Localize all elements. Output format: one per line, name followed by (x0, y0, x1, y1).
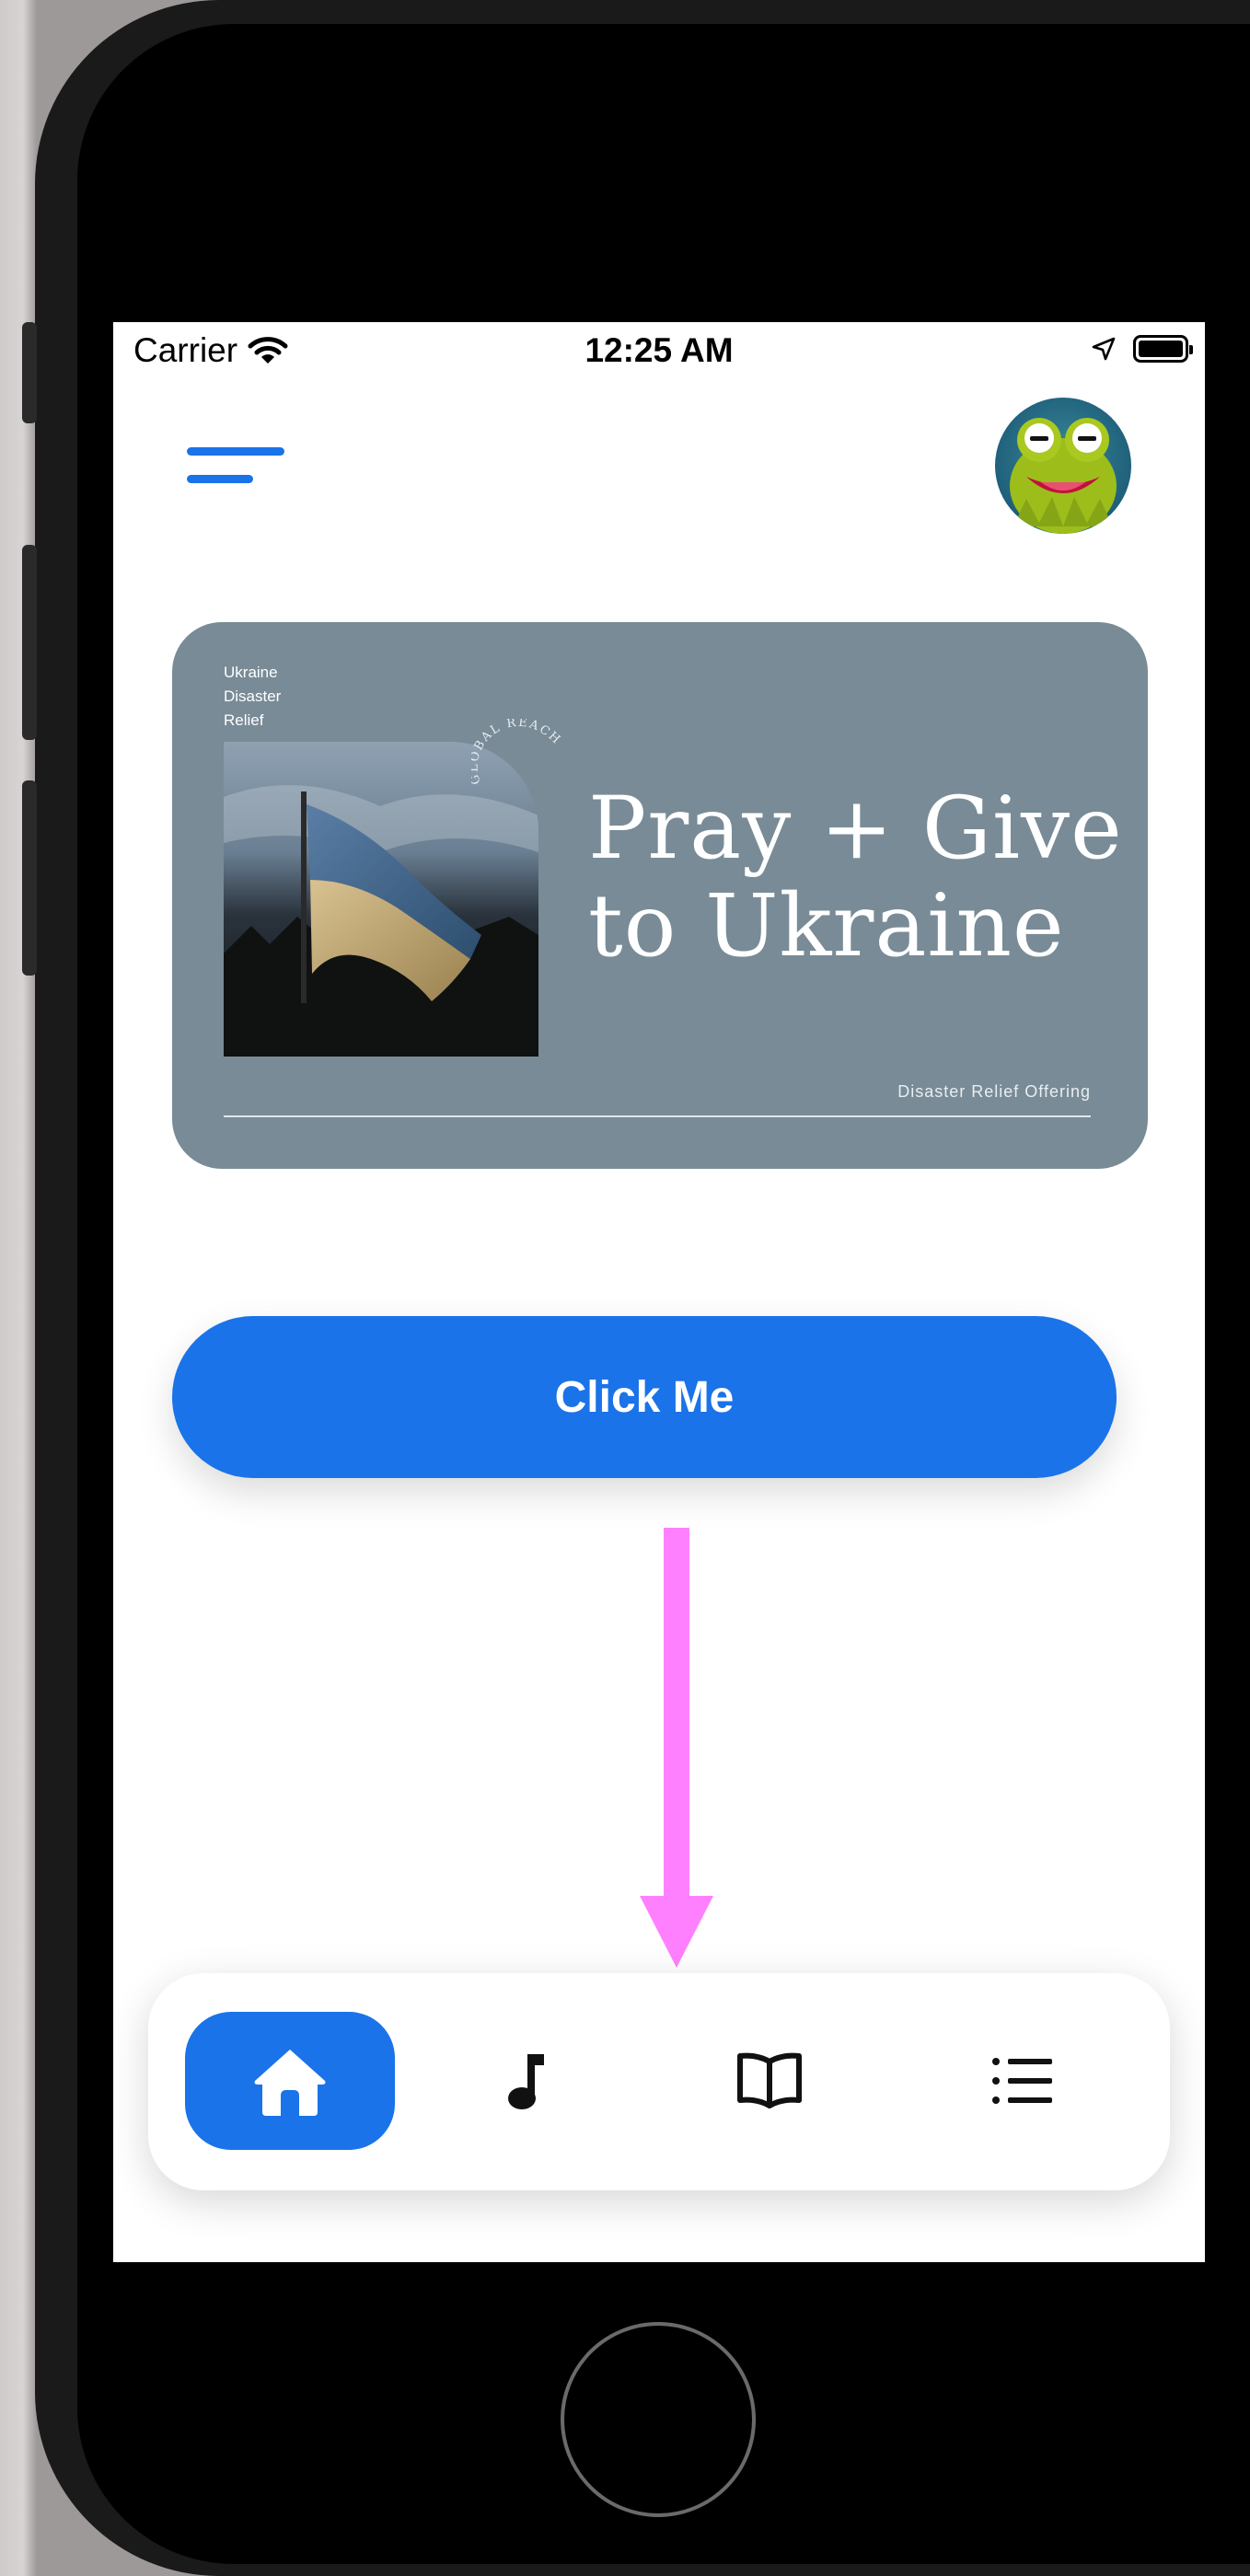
banner-footer-text: Disaster Relief Offering (897, 1082, 1091, 1101)
hamburger-menu-button[interactable] (187, 442, 288, 497)
tab-home[interactable] (185, 2012, 395, 2150)
click-me-button[interactable]: Click Me (172, 1316, 1117, 1478)
annotation-arrow-head (640, 1896, 713, 1968)
status-time: 12:25 AM (584, 331, 734, 369)
profile-avatar[interactable] (995, 398, 1131, 534)
menu-line-top (187, 447, 284, 456)
music-note-icon (508, 2054, 544, 2109)
banner-small-line-3: Relief (224, 711, 264, 729)
banner-divider (224, 1115, 1091, 1117)
banner-small-line-2: Disaster (224, 687, 282, 705)
annotation-arrow-shaft (664, 1528, 689, 1909)
banner-small-line-1: Ukraine (224, 664, 278, 681)
menu-line-bottom (187, 475, 253, 483)
tab-list[interactable] (967, 2012, 1078, 2150)
arc-text: GLOBAL REACH (471, 719, 561, 786)
volume-down-button (22, 780, 37, 976)
headline-line-1: Pray + Give (588, 779, 1123, 879)
status-bar: Carrier 12:25 AM (113, 322, 1205, 385)
status-right (1091, 335, 1193, 363)
global-reach-arc-text: GLOBAL REACH (471, 719, 563, 786)
book-icon (737, 2052, 802, 2108)
device-home-button[interactable] (561, 2322, 756, 2517)
banner-small-text: Ukraine Disaster Relief (224, 661, 334, 733)
location-arrow-icon (1092, 337, 1116, 361)
tab-music[interactable] (481, 2012, 570, 2150)
banner-headline: Pray + Give to Ukraine (588, 780, 1123, 976)
app-screen: Carrier 12:25 AM Ukraine Disaster Relief… (113, 322, 1205, 2262)
ukraine-relief-banner[interactable]: Ukraine Disaster Relief BAL REACH Pray +… (172, 622, 1148, 1169)
tab-book[interactable] (719, 2012, 820, 2150)
battery-icon (1133, 335, 1193, 363)
headline-line-2: to Ukraine (588, 876, 1065, 976)
list-icon (992, 2058, 1052, 2104)
bottom-tab-bar (148, 1973, 1170, 2190)
mute-switch (22, 322, 37, 423)
home-icon (254, 2050, 326, 2116)
frog-avatar-icon (1010, 418, 1117, 534)
volume-up-button (22, 545, 37, 740)
svg-text:GLOBAL REACH: GLOBAL REACH (471, 719, 563, 786)
